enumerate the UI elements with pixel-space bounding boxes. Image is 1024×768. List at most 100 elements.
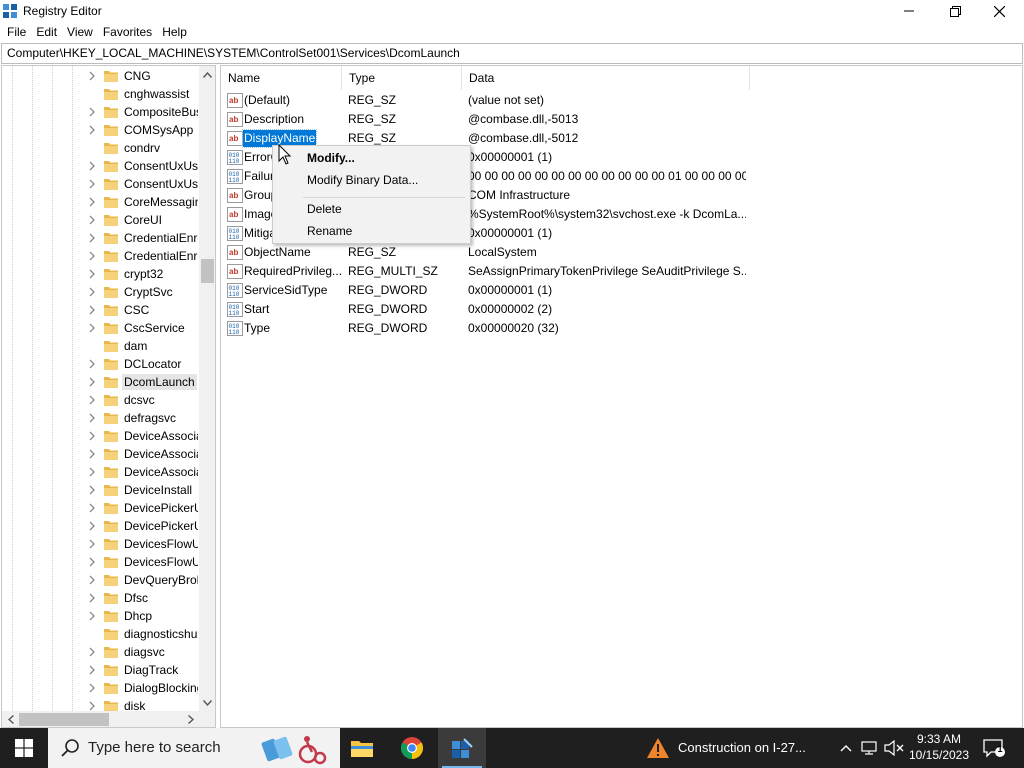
chevron-right-icon[interactable] bbox=[88, 449, 96, 459]
chevron-right-icon[interactable] bbox=[88, 215, 96, 225]
tree-item[interactable]: CscService bbox=[2, 319, 198, 337]
chevron-right-icon[interactable] bbox=[88, 575, 96, 585]
menu-edit[interactable]: Edit bbox=[31, 22, 62, 42]
chevron-right-icon[interactable] bbox=[88, 251, 96, 261]
chevron-right-icon[interactable] bbox=[88, 539, 96, 549]
taskbar-clock[interactable]: 9:33 AM 10/15/2023 bbox=[906, 731, 972, 763]
menu-help[interactable]: Help bbox=[157, 22, 192, 42]
tree-item[interactable]: CSC bbox=[2, 301, 198, 319]
value-row[interactable]: 010 110 ServiceSidType REG_DWORD 0x00000001 … bbox=[221, 281, 981, 300]
chevron-right-icon[interactable] bbox=[88, 467, 96, 477]
column-header-type[interactable]: Type bbox=[342, 66, 462, 90]
context-menu-delete[interactable]: Delete bbox=[274, 199, 469, 220]
close-button[interactable] bbox=[976, 0, 1022, 22]
chevron-right-icon[interactable] bbox=[88, 701, 96, 711]
chevron-right-icon[interactable] bbox=[88, 359, 96, 369]
tree-item[interactable]: defragsvc bbox=[2, 409, 198, 427]
tree-item[interactable]: dcsvc bbox=[2, 391, 198, 409]
chevron-right-icon[interactable] bbox=[88, 521, 96, 531]
tree-item[interactable]: CryptSvc bbox=[2, 283, 198, 301]
tree-vscroll-thumb[interactable] bbox=[201, 259, 214, 283]
tree-item[interactable]: DevicePickerUserSvc bbox=[2, 499, 198, 517]
chevron-right-icon[interactable] bbox=[88, 557, 96, 567]
tree-item[interactable]: DevicePickerUserSvc_ bbox=[2, 517, 198, 535]
chevron-right-icon[interactable] bbox=[88, 431, 96, 441]
chevron-right-icon[interactable] bbox=[88, 161, 96, 171]
volume-tray-button[interactable] bbox=[884, 738, 904, 758]
chevron-right-icon[interactable] bbox=[88, 611, 96, 621]
minimize-button[interactable] bbox=[886, 0, 932, 22]
chevron-right-icon[interactable] bbox=[88, 377, 96, 387]
chevron-right-icon[interactable] bbox=[88, 287, 96, 297]
tree-item[interactable]: diagsvc bbox=[2, 643, 198, 661]
chevron-right-icon[interactable] bbox=[88, 683, 96, 693]
chevron-right-icon[interactable] bbox=[88, 107, 96, 117]
tree-item[interactable]: CredentialEnrollmentManagerUserSvc_ bbox=[2, 247, 198, 265]
context-menu-modify-binary[interactable]: Modify Binary Data... bbox=[274, 170, 469, 191]
value-row[interactable]: 010 110 Start REG_DWORD 0x00000002 (2) bbox=[221, 300, 981, 319]
tree-item[interactable]: condrv bbox=[2, 139, 198, 157]
menu-view[interactable]: View bbox=[62, 22, 98, 42]
scroll-down-arrow-icon[interactable] bbox=[199, 694, 215, 711]
network-tray-button[interactable] bbox=[860, 738, 880, 758]
key-tree[interactable]: CNG cnghwassist CompositeBus COMSysApp condr… bbox=[1, 65, 216, 728]
tree-item[interactable]: DeviceAssociationService bbox=[2, 463, 198, 481]
tree-hscroll-thumb[interactable] bbox=[19, 713, 109, 726]
tree-vertical-scrollbar[interactable] bbox=[199, 66, 215, 711]
tree-item[interactable]: DevicesFlowUserSvc_ bbox=[2, 553, 198, 571]
tree-item[interactable]: cnghwassist bbox=[2, 85, 198, 103]
tree-item[interactable]: dam bbox=[2, 337, 198, 355]
chevron-right-icon[interactable] bbox=[88, 395, 96, 405]
tree-item[interactable]: DCLocator bbox=[2, 355, 198, 373]
tree-item[interactable]: Dfsc bbox=[2, 589, 198, 607]
tree-item[interactable]: COMSysApp bbox=[2, 121, 198, 139]
taskbar-file-explorer[interactable] bbox=[338, 728, 386, 768]
chevron-right-icon[interactable] bbox=[88, 233, 96, 243]
tree-horizontal-scrollbar[interactable] bbox=[2, 711, 199, 727]
value-row[interactable]: ab Description REG_SZ @combase.dll,-5013 bbox=[221, 110, 981, 129]
show-hidden-icons-button[interactable] bbox=[836, 738, 856, 758]
taskbar-search-box[interactable]: Type here to search bbox=[48, 728, 340, 768]
taskbar-registry-editor[interactable] bbox=[438, 728, 486, 768]
taskbar-chrome[interactable] bbox=[388, 728, 436, 768]
value-row[interactable]: ab RequiredPrivileg... REG_MULTI_SZ SeAssig… bbox=[221, 262, 981, 281]
chevron-right-icon[interactable] bbox=[88, 269, 96, 279]
tree-item[interactable]: ConsentUxUserSvc bbox=[2, 157, 198, 175]
scroll-up-arrow-icon[interactable] bbox=[199, 66, 215, 83]
chevron-right-icon[interactable] bbox=[88, 665, 96, 675]
chevron-right-icon[interactable] bbox=[88, 413, 96, 423]
tree-item[interactable]: DevQueryBroker bbox=[2, 571, 198, 589]
value-row[interactable]: ab ObjectName REG_SZ LocalSystem bbox=[221, 243, 981, 262]
tree-item[interactable]: DcomLaunch bbox=[2, 373, 198, 391]
chevron-right-icon[interactable] bbox=[88, 593, 96, 603]
tree-item[interactable]: CoreMessagingRegistrar bbox=[2, 193, 198, 211]
scroll-right-arrow-icon[interactable] bbox=[182, 711, 199, 727]
tree-item[interactable]: CNG bbox=[2, 67, 198, 85]
tree-item[interactable]: CompositeBus bbox=[2, 103, 198, 121]
chevron-right-icon[interactable] bbox=[88, 647, 96, 657]
action-center-button[interactable]: 1 bbox=[982, 738, 1006, 758]
start-button[interactable] bbox=[0, 728, 48, 768]
tree-item[interactable]: crypt32 bbox=[2, 265, 198, 283]
context-menu-rename[interactable]: Rename bbox=[274, 221, 469, 242]
menu-favorites[interactable]: Favorites bbox=[98, 22, 157, 42]
chevron-right-icon[interactable] bbox=[88, 125, 96, 135]
chevron-right-icon[interactable] bbox=[88, 71, 96, 81]
tree-item[interactable]: DeviceAssociationBrokerSvc_ bbox=[2, 445, 198, 463]
chevron-right-icon[interactable] bbox=[88, 323, 96, 333]
value-row[interactable]: 010 110 Type REG_DWORD 0x00000020 (32) bbox=[221, 319, 981, 338]
context-menu-modify[interactable]: Modify... bbox=[274, 148, 469, 169]
column-header-name[interactable]: Name bbox=[221, 66, 342, 90]
value-row[interactable]: ab (Default) REG_SZ (value not set) bbox=[221, 91, 981, 110]
tree-item[interactable]: diagnosticshub.standardcollector.service bbox=[2, 625, 198, 643]
tree-item[interactable]: DiagTrack bbox=[2, 661, 198, 679]
scroll-left-arrow-icon[interactable] bbox=[2, 711, 19, 727]
chevron-right-icon[interactable] bbox=[88, 503, 96, 513]
maximize-button[interactable] bbox=[932, 0, 978, 22]
chevron-right-icon[interactable] bbox=[88, 179, 96, 189]
tree-item[interactable]: DeviceInstall bbox=[2, 481, 198, 499]
news-widget[interactable]: Construction on I-27... bbox=[640, 728, 830, 768]
tree-item[interactable]: DevicesFlowUserSvc bbox=[2, 535, 198, 553]
tree-item[interactable]: CredentialEnrollmentManagerUserSvc bbox=[2, 229, 198, 247]
tree-item[interactable]: CoreUI bbox=[2, 211, 198, 229]
